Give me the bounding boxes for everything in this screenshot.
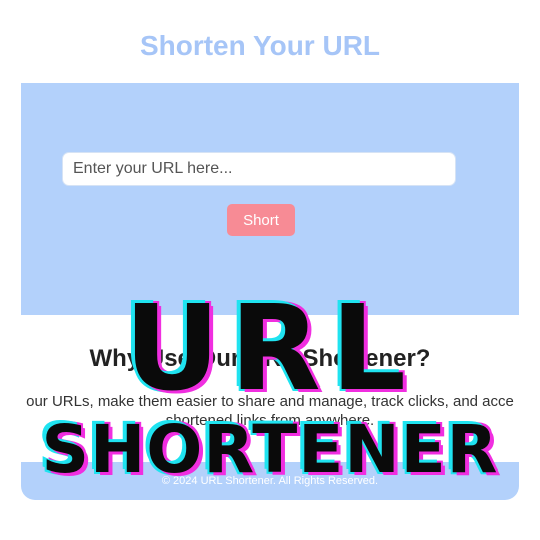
short-button[interactable]: Short (227, 204, 295, 236)
overlay-title-url: URL (124, 279, 416, 417)
page-title: Shorten Your URL (139, 30, 381, 61)
url-input[interactable] (62, 152, 456, 186)
overlay-title-shortener: SHORTENER (41, 411, 499, 488)
page: Shorten Your URL Short Why Use Our URL S… (0, 0, 540, 540)
